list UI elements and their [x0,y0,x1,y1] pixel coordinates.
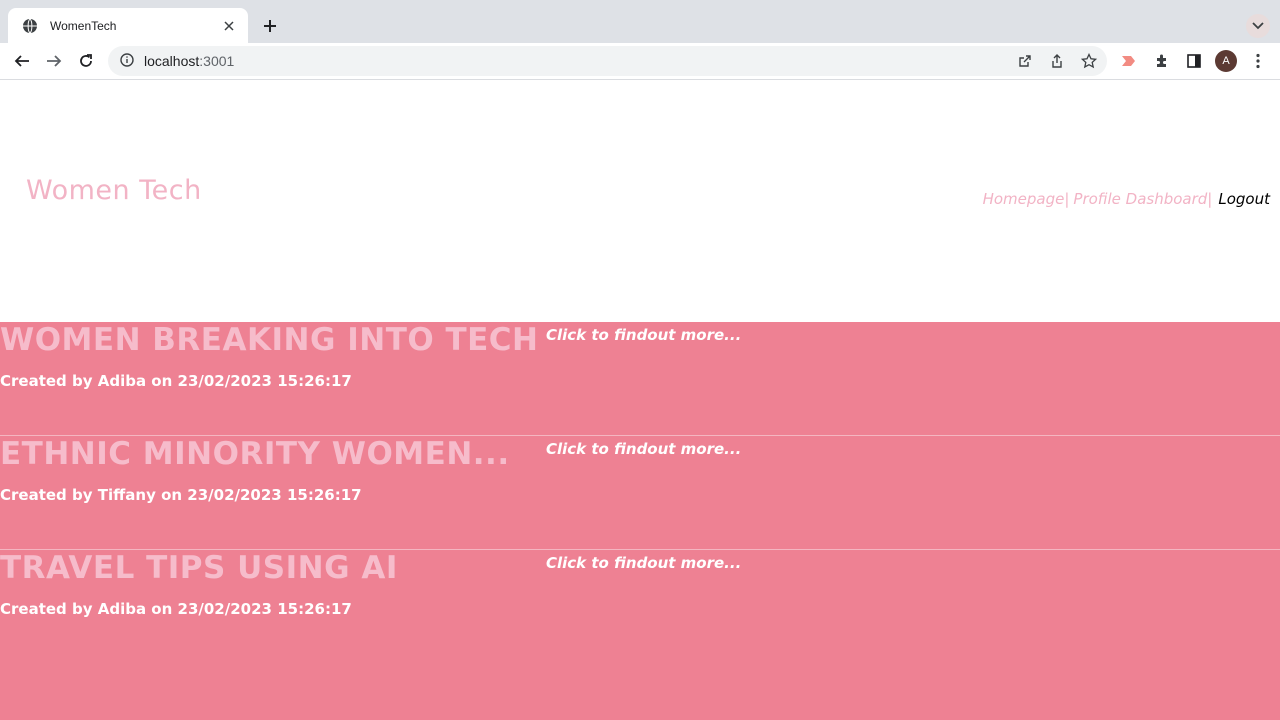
post-list: WOMEN BREAKING INTO TECH Created by Adib… [0,322,1280,720]
find-out-more-link[interactable]: Click to findout more... [546,440,741,458]
browser-tab-strip: WomenTech [0,0,1280,43]
address-bar[interactable]: localhost:3001 [108,46,1107,76]
site-header: Women Tech Homepage| Profile Dashboard| … [0,80,1280,322]
puzzle-icon[interactable] [1151,50,1173,72]
new-tab-button[interactable] [258,14,282,38]
site-brand[interactable]: Women Tech [26,175,202,206]
extension-icon[interactable] [1119,50,1141,72]
find-out-more-link[interactable]: Click to findout more... [546,554,741,572]
url-port: :3001 [199,53,235,69]
side-panel-icon[interactable] [1183,50,1205,72]
post-meta: Created by Tiffany on 23/02/2023 15:26:1… [0,486,362,504]
post-meta: Created by Adiba on 23/02/2023 15:26:17 [0,600,352,618]
reload-icon [80,54,92,67]
url-host: localhost [144,53,200,69]
tab-title: WomenTech [50,18,117,33]
share-icon[interactable] [1046,50,1068,72]
site-nav: Homepage| Profile Dashboard| Logout [983,190,1270,208]
globe-icon [22,18,38,34]
reload-button[interactable] [74,49,98,73]
bookmark-star-icon[interactable] [1078,50,1100,72]
nav-dashboard-link[interactable]: Profile Dashboard| [1073,190,1212,208]
post-item[interactable]: ETHNIC MINORITY WOMEN... Created by Tiff… [0,436,1280,550]
nav-logout-link[interactable]: Logout [1218,190,1270,208]
forward-button[interactable] [42,49,66,73]
profile-avatar[interactable]: A [1215,50,1237,72]
web-page: Women Tech Homepage| Profile Dashboard| … [0,80,1280,720]
back-button[interactable] [10,49,34,73]
browser-tab[interactable]: WomenTech [8,8,248,43]
post-title[interactable]: TRAVEL TIPS USING AI [0,550,398,586]
arrow-left-icon [14,55,29,67]
open-external-icon[interactable] [1014,50,1036,72]
post-title[interactable]: WOMEN BREAKING INTO TECH [0,322,539,358]
close-icon[interactable] [220,17,238,35]
nav-homepage-link[interactable]: Homepage| [983,190,1070,208]
post-item[interactable]: TRAVEL TIPS USING AI Created by Adiba on… [0,550,1280,664]
post-title[interactable]: ETHNIC MINORITY WOMEN... [0,436,510,472]
info-icon[interactable] [120,52,134,71]
more-vert-icon[interactable] [1247,50,1269,72]
chevron-down-icon [1252,22,1264,30]
post-meta: Created by Adiba on 23/02/2023 15:26:17 [0,372,352,390]
browser-toolbar: localhost:3001 [0,43,1280,80]
tab-search-button[interactable] [1246,14,1270,38]
plus-icon [264,20,276,32]
post-item[interactable]: WOMEN BREAKING INTO TECH Created by Adib… [0,322,1280,436]
url-text: localhost:3001 [144,53,234,69]
find-out-more-link[interactable]: Click to findout more... [546,326,741,344]
arrow-right-icon [47,55,62,67]
